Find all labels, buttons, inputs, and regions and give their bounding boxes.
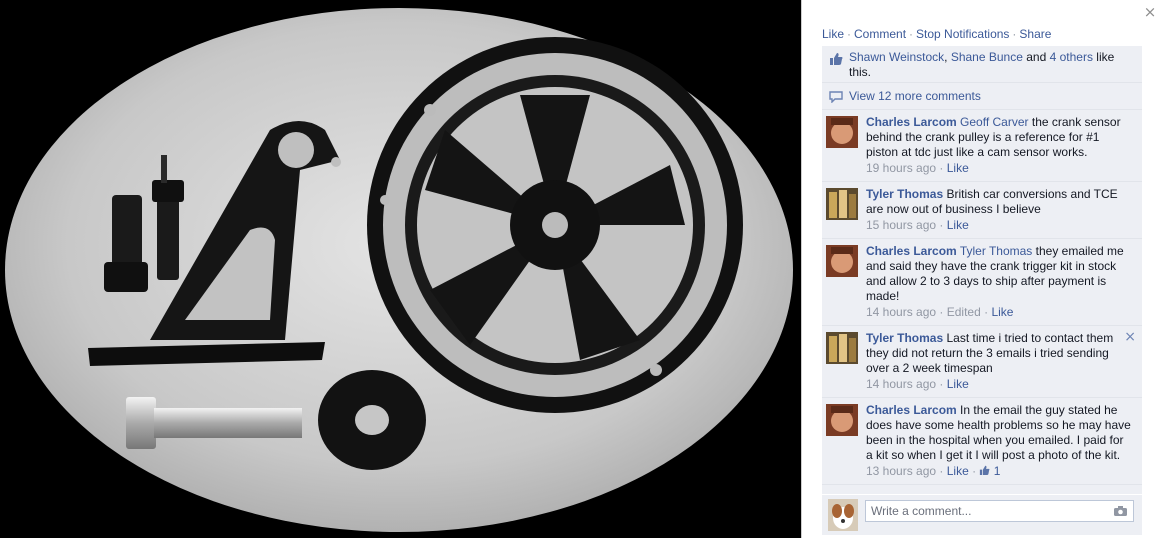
comment-item: Charles Larcom In the email the guy stat…: [822, 398, 1142, 485]
comment-author[interactable]: Charles Larcom: [866, 403, 957, 417]
likes-and: and: [1022, 50, 1050, 64]
comment-tag[interactable]: Geoff Carver: [960, 115, 1028, 129]
view-more-label[interactable]: View 12 more comments: [849, 89, 981, 103]
avatar[interactable]: [826, 116, 858, 148]
comment-box: [865, 500, 1134, 522]
comment-link[interactable]: Comment: [854, 27, 906, 41]
product-photo: [5, 8, 793, 532]
avatar[interactable]: [826, 188, 858, 220]
avatar[interactable]: [826, 245, 858, 277]
avatar[interactable]: [826, 404, 858, 436]
thumbs-up-icon: [980, 465, 990, 475]
comment-composer: [822, 495, 1142, 535]
comment-like-link[interactable]: Like: [947, 161, 969, 175]
comment-author[interactable]: Tyler Thomas: [866, 331, 943, 345]
comment-time[interactable]: 19 hours ago: [866, 161, 936, 175]
view-more-comments[interactable]: View 12 more comments: [822, 83, 1142, 110]
separator-dot: ·: [847, 27, 852, 41]
stop-notifications-link[interactable]: Stop Notifications: [916, 27, 1009, 41]
comment-meta: 15 hours ago · Like: [866, 218, 969, 232]
comment-like-link[interactable]: Like: [947, 377, 969, 391]
comment-meta: 13 hours ago · Like · 1: [866, 464, 1001, 478]
comment-meta: 14 hours ago · Like: [866, 377, 969, 391]
liker-name[interactable]: Shane Bunce: [951, 50, 1023, 64]
comment-time[interactable]: 13 hours ago: [866, 464, 936, 478]
comment-time[interactable]: 14 hours ago: [866, 305, 936, 319]
comments-panel: × Like · Comment · Stop Notifications · Share …: [801, 0, 1165, 538]
like-count-value: 1: [993, 464, 1001, 478]
edited-label[interactable]: Edited: [947, 305, 981, 319]
feedback-box: Shawn Weinstock, Shane Bunce and 4 other…: [822, 46, 1142, 494]
my-avatar: [828, 499, 858, 531]
separator-dot: ·: [909, 27, 914, 41]
like-link[interactable]: Like: [822, 27, 844, 41]
others-link[interactable]: 4 others: [1050, 50, 1093, 64]
post-actions: Like · Comment · Stop Notifications · Share: [822, 27, 1051, 41]
comment-bubble-icon: [829, 91, 843, 103]
camera-icon[interactable]: [1113, 505, 1128, 517]
comment-like-link[interactable]: Like: [991, 305, 1013, 319]
comment-author[interactable]: Tyler Thomas: [866, 187, 943, 201]
comment-like-link[interactable]: Like: [947, 464, 969, 478]
remove-comment-icon[interactable]: ×: [1124, 330, 1136, 345]
comment-like-link[interactable]: Like: [947, 218, 969, 232]
likes-summary: Shawn Weinstock, Shane Bunce and 4 other…: [822, 46, 1142, 83]
comment-time[interactable]: 14 hours ago: [866, 377, 936, 391]
washer: [318, 370, 426, 470]
comment-tag[interactable]: Tyler Thomas: [960, 244, 1032, 258]
liker-name[interactable]: Shawn Weinstock: [849, 50, 944, 64]
comment-meta: 14 hours ago · Edited · Like: [866, 305, 1014, 319]
comment-meta: 19 hours ago · Like: [866, 161, 969, 175]
photo-viewer[interactable]: [0, 0, 801, 538]
comment-time[interactable]: 15 hours ago: [866, 218, 936, 232]
comment-item: Charles Larcom Geoff Carver the crank se…: [822, 110, 1142, 182]
comment-item: Tyler Thomas British car conversions and…: [822, 182, 1142, 239]
avatar[interactable]: [826, 332, 858, 364]
trigger-wheel: [367, 37, 743, 413]
comment-input[interactable]: [866, 501, 1106, 521]
comment-author[interactable]: Charles Larcom: [866, 244, 957, 258]
separator-dot: ·: [1012, 27, 1017, 41]
comment-item: Charles Larcom Tyler Thomas they emailed…: [822, 239, 1142, 326]
share-link[interactable]: Share: [1019, 27, 1051, 41]
close-icon[interactable]: ×: [1143, 5, 1157, 20]
like-count[interactable]: 1: [979, 464, 1000, 478]
likes-sep: ,: [944, 50, 951, 64]
comment-item: × Tyler Thomas Last time i tried to cont…: [822, 326, 1142, 398]
comment-author[interactable]: Charles Larcom: [866, 115, 957, 129]
thumbs-up-icon: [830, 53, 843, 65]
